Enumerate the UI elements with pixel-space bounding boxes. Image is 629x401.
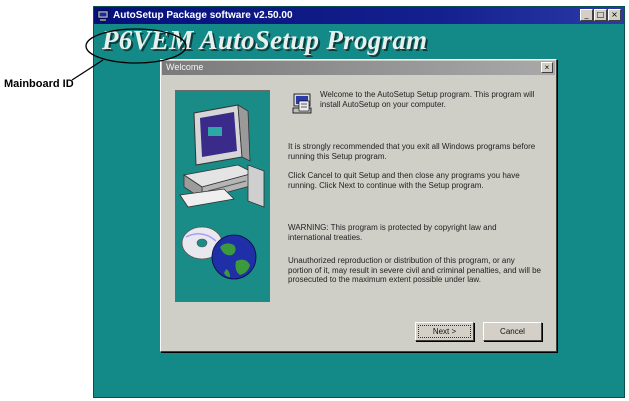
welcome-text: Welcome to the AutoSetup Setup program. … bbox=[320, 90, 535, 109]
warning-text: WARNING: This program is protected by co… bbox=[288, 223, 497, 242]
dialog-close-button[interactable]: × bbox=[541, 62, 553, 73]
setup-app-icon bbox=[97, 10, 109, 21]
mainboard-id-callout-label: Mainboard ID bbox=[4, 78, 74, 90]
minimize-button[interactable]: _ bbox=[580, 9, 593, 21]
computer-cd-globe-illustration bbox=[179, 104, 265, 280]
cancel-instructions-text: Click Cancel to quit Setup and then clos… bbox=[288, 171, 520, 190]
maximize-button[interactable]: □ bbox=[594, 9, 607, 21]
setup-illustration bbox=[175, 90, 270, 302]
next-button[interactable]: Next > bbox=[415, 322, 474, 341]
cancel-button[interactable]: Cancel bbox=[483, 322, 542, 341]
program-heading: P6VEM AutoSetup Program bbox=[102, 25, 428, 55]
window-controls: _ □ × bbox=[580, 9, 621, 21]
welcome-dialog: Welcome × Welcome to the AutoSetup Setup… bbox=[160, 59, 557, 352]
app-title: AutoSetup Package software v2.50.00 bbox=[113, 10, 293, 21]
app-titlebar[interactable]: AutoSetup Package software v2.50.00 _ □ … bbox=[94, 7, 624, 24]
dialog-titlebar[interactable]: Welcome × bbox=[162, 61, 555, 75]
exit-programs-text: It is strongly recommended that you exit… bbox=[288, 142, 536, 161]
copyright-notice-text: Unauthorized reproduction or distributio… bbox=[288, 256, 542, 284]
dialog-title: Welcome bbox=[166, 62, 204, 72]
close-button[interactable]: × bbox=[608, 9, 621, 21]
